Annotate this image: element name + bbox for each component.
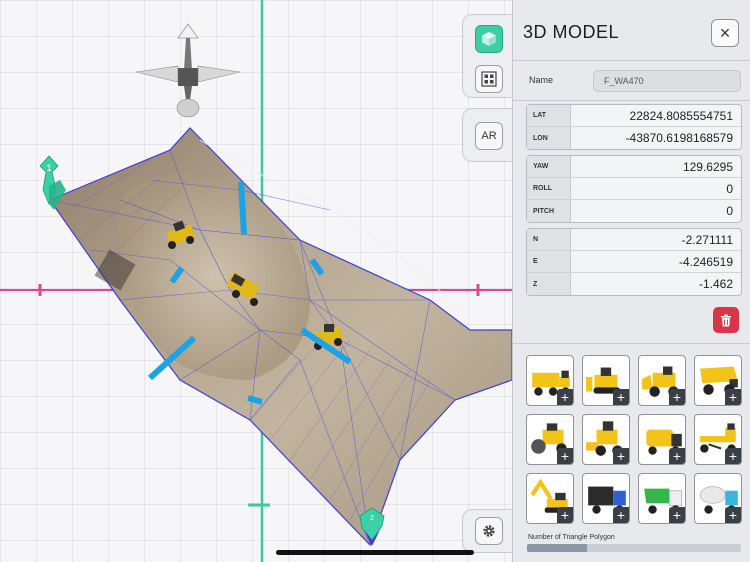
pitch-value[interactable]: 0 [726, 200, 733, 222]
lat-value[interactable]: 22824.8085554751 [630, 105, 733, 126]
add-icon[interactable]: + [725, 389, 741, 405]
delete-button[interactable] [713, 307, 739, 333]
add-icon[interactable]: + [725, 448, 741, 464]
yaw-label: YAW [527, 156, 571, 177]
grid-icon [481, 71, 497, 87]
vehicle-excavator[interactable]: + [526, 473, 574, 524]
ar-button[interactable]: AR [475, 122, 503, 150]
home-indicator[interactable] [276, 550, 474, 555]
vehicle-wheel-loader[interactable]: + [638, 355, 686, 406]
name-divider [513, 100, 750, 101]
vehicle-blue-truck[interactable]: + [582, 473, 630, 524]
ar-toolbar: AR [462, 108, 514, 162]
e-row[interactable]: E -4.246519 [527, 251, 741, 273]
gear-icon [483, 525, 495, 537]
vehicle-library: + + + + + + + + + + + + [526, 355, 742, 524]
n-row[interactable]: N -2.271111 [527, 229, 741, 251]
add-icon[interactable]: + [613, 448, 629, 464]
add-icon[interactable]: + [557, 389, 573, 405]
view-toolbar [462, 14, 514, 98]
z-row[interactable]: Z -1.462 [527, 273, 741, 295]
yaw-row[interactable]: YAW 129.6295 [527, 156, 741, 178]
rotation-group: YAW 129.6295 ROLL 0 PITCH 0 [526, 155, 742, 223]
lat-row[interactable]: LAT 22824.8085554751 [527, 105, 741, 127]
marker-2-label: 2 [370, 515, 374, 522]
cube-icon [482, 32, 496, 46]
trash-icon [721, 314, 731, 326]
add-icon[interactable]: + [669, 389, 685, 405]
pitch-row[interactable]: PITCH 0 [527, 200, 741, 222]
add-icon[interactable]: + [613, 507, 629, 523]
polygon-count-label: Number of Triangle Polygon [528, 534, 615, 541]
n-label: N [527, 229, 571, 250]
panel-title: 3D MODEL [523, 22, 620, 42]
roll-value[interactable]: 0 [726, 178, 733, 199]
n-value[interactable]: -2.271111 [682, 229, 733, 250]
lon-row[interactable]: LON -43870.6198168579 [527, 127, 741, 149]
add-icon[interactable]: + [725, 507, 741, 523]
vehicle-motor-grader[interactable]: + [694, 414, 742, 465]
lon-label: LON [527, 127, 571, 149]
vehicle-green-dump-truck[interactable]: + [638, 473, 686, 524]
vehicle-bulldozer[interactable]: + [582, 355, 630, 406]
marker-1-label: 1 [46, 163, 51, 173]
add-icon[interactable]: + [669, 507, 685, 523]
vehicle-articulated-dump-truck[interactable]: + [526, 355, 574, 406]
vehicle-rigid-dump-truck[interactable]: + [694, 355, 742, 406]
pitch-label: PITCH [527, 200, 571, 222]
yaw-value[interactable]: 129.6295 [683, 156, 733, 177]
grid-mode-button[interactable] [475, 65, 503, 93]
add-icon[interactable]: + [613, 389, 629, 405]
model-mode-button[interactable] [475, 25, 503, 53]
roll-label: ROLL [527, 178, 571, 199]
z-value[interactable]: -1.462 [699, 273, 733, 295]
settings-toolbar [462, 509, 514, 553]
model-properties-panel: 3D MODEL × Name F_WA470 LAT 22824.808555… [512, 0, 750, 562]
name-field[interactable]: F_WA470 [593, 70, 741, 92]
polygon-count-fill [527, 544, 587, 552]
position-group: LAT 22824.8085554751 LON -43870.61981685… [526, 104, 742, 150]
lat-label: LAT [527, 105, 571, 126]
name-label: Name [529, 75, 554, 85]
vehicle-water-truck[interactable]: + [638, 414, 686, 465]
add-icon[interactable]: + [669, 448, 685, 464]
vehicle-road-roller[interactable]: + [526, 414, 574, 465]
roll-row[interactable]: ROLL 0 [527, 178, 741, 200]
ar-button-label: AR [481, 130, 497, 142]
library-divider [513, 343, 750, 344]
polygon-count-bar [527, 544, 741, 552]
e-label: E [527, 251, 571, 272]
close-icon: × [719, 22, 731, 43]
add-icon[interactable]: + [557, 507, 573, 523]
vehicle-mixer-truck[interactable]: + [694, 473, 742, 524]
name-value: F_WA470 [604, 76, 644, 86]
add-icon[interactable]: + [557, 448, 573, 464]
vehicle-front-loader[interactable]: + [582, 414, 630, 465]
lon-value[interactable]: -43870.6198168579 [626, 127, 733, 149]
settings-button[interactable] [475, 517, 503, 545]
offset-group: N -2.271111 E -4.246519 Z -1.462 [526, 228, 742, 296]
close-button[interactable]: × [711, 19, 739, 47]
header-divider [513, 60, 750, 61]
z-label: Z [527, 273, 571, 295]
e-value[interactable]: -4.246519 [679, 251, 733, 272]
